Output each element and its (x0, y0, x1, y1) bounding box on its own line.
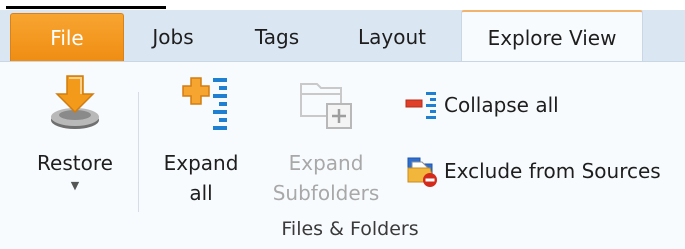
exclude-icon (407, 157, 437, 187)
expand-all-button[interactable]: Expand all (158, 72, 244, 208)
expand-subfolders-button[interactable]: Expand Subfolders (268, 76, 384, 208)
expand-subfolders-label-line1: Expand (288, 151, 364, 175)
ribbon-separator (138, 92, 139, 212)
tab-file[interactable]: File (10, 13, 124, 61)
exclude-from-sources-label: Exclude from Sources (444, 159, 661, 183)
group-label-files-folders: Files & Folders (281, 218, 419, 240)
tab-explore-view[interactable]: Explore View (461, 10, 643, 64)
expand-all-icon (182, 77, 227, 130)
restore-button[interactable]: Restore ▼ (30, 72, 120, 194)
collapse-all-label: Collapse all (444, 93, 559, 117)
ribbon-panel: Restore ▼ Expand all Expand Subfolders C… (0, 61, 685, 249)
top-strip (0, 0, 685, 10)
tab-layout[interactable]: Layout (344, 14, 440, 60)
expand-subfolders-icon (300, 83, 352, 129)
cropped-heading-underline (6, 6, 166, 9)
restore-label: Restore (37, 151, 113, 175)
collapse-all-button[interactable]: Collapse all (404, 90, 559, 120)
exclude-from-sources-button[interactable]: Exclude from Sources (404, 154, 661, 188)
collapse-all-icon (405, 92, 436, 119)
restore-icon (51, 75, 99, 129)
restore-dropdown-caret-icon[interactable]: ▼ (71, 178, 79, 194)
expand-all-label-line1: Expand (163, 151, 239, 175)
expand-all-label-line2: all (189, 181, 213, 205)
expand-subfolders-label-line2: Subfolders (272, 181, 380, 205)
ribbon-tab-bar: File Jobs Tags Layout Explore View (0, 10, 685, 64)
tab-jobs[interactable]: Jobs (136, 14, 210, 60)
tab-tags[interactable]: Tags (244, 14, 310, 60)
